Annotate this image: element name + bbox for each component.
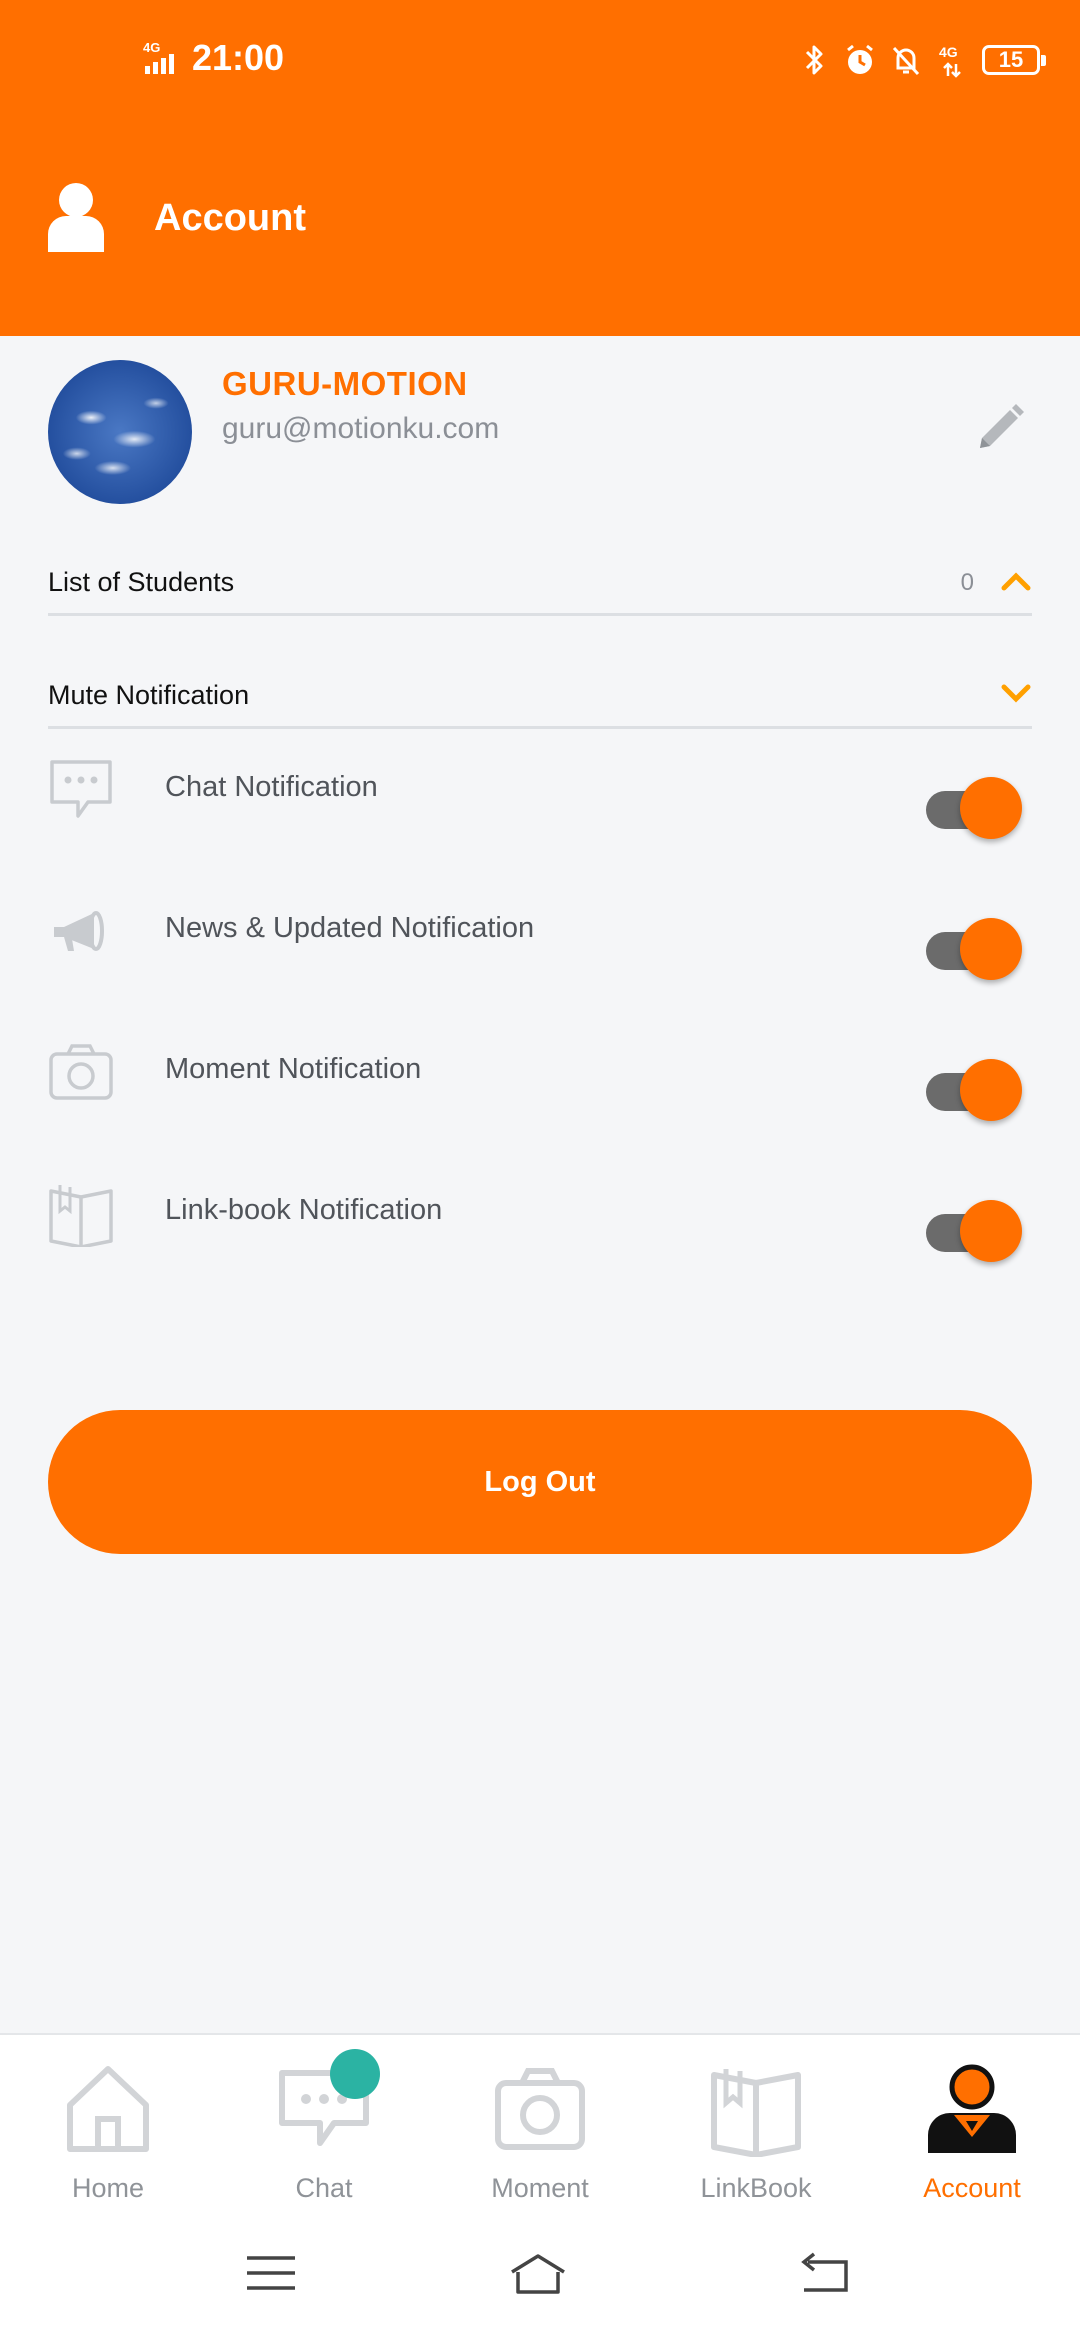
students-section-header[interactable]: List of Students 0 <box>48 564 1032 616</box>
moment-notification-row: Moment Notification <box>48 1040 1032 1140</box>
megaphone-icon <box>54 911 104 951</box>
toggle-thumb <box>960 918 1022 980</box>
nav-linkbook-label: LinkBook <box>700 2173 812 2203</box>
camera-icon <box>495 2068 585 2150</box>
nav-home[interactable]: Home <box>0 2053 216 2213</box>
svg-text:4G: 4G <box>143 40 160 55</box>
chat-notification-label: Chat Notification <box>165 771 378 803</box>
students-section-label: List of Students <box>48 567 235 597</box>
bottom-navigation: Home Chat Moment LinkBook Account <box>0 2033 1080 2218</box>
news-notification-toggle[interactable] <box>926 915 1022 981</box>
mute-section-header[interactable]: Mute Notification <box>48 677 1032 729</box>
alarm-icon <box>847 44 873 74</box>
account-icon <box>928 2064 1016 2153</box>
pencil-icon <box>980 404 1024 448</box>
chat-notification-row: Chat Notification <box>48 758 1032 858</box>
book-icon <box>49 1185 113 1247</box>
system-navigation-bar <box>0 2218 1080 2340</box>
camera-icon <box>49 1044 113 1100</box>
chevron-up-icon <box>1001 572 1031 591</box>
nav-account[interactable]: Account <box>864 2053 1080 2213</box>
mute-section-label: Mute Notification <box>48 680 250 710</box>
home-button-icon[interactable] <box>508 2248 568 2298</box>
nav-moment-label: Moment <box>491 2173 589 2203</box>
nav-linkbook[interactable]: LinkBook <box>648 2053 864 2213</box>
toggle-thumb <box>960 777 1022 839</box>
svg-text:4G: 4G <box>939 44 958 60</box>
moment-notification-toggle[interactable] <box>926 1056 1022 1122</box>
profile-email: guru@motionku.com <box>222 412 500 445</box>
home-icon <box>67 2066 149 2152</box>
profile-name: GURU-MOTION <box>222 365 468 402</box>
logout-button[interactable]: Log Out <box>48 1410 1032 1554</box>
nav-moment[interactable]: Moment <box>432 2053 648 2213</box>
nav-home-label: Home <box>71 2173 145 2203</box>
students-count: 0 <box>960 569 974 596</box>
4g-data-icon: 4G <box>939 44 961 78</box>
edit-profile-button[interactable] <box>972 400 1028 456</box>
toggle-thumb <box>960 1059 1022 1121</box>
moment-notification-label: Moment Notification <box>165 1053 422 1085</box>
toggle-thumb <box>960 1200 1022 1262</box>
status-time: 21:00 <box>192 37 285 78</box>
app-header: Account <box>0 120 1080 336</box>
chat-unread-badge <box>330 2049 380 2099</box>
status-icons: 4G 15 <box>798 38 1046 82</box>
nav-chat[interactable]: Chat <box>216 2053 432 2213</box>
signal-icon: 4G <box>143 40 174 74</box>
notifications-off-icon <box>892 46 920 76</box>
bluetooth-icon <box>805 45 823 75</box>
avatar[interactable] <box>48 360 192 504</box>
nav-account-label: Account <box>923 2173 1021 2203</box>
linkbook-notification-label: Link-book Notification <box>165 1194 443 1226</box>
nav-chat-label: Chat <box>295 2173 353 2203</box>
back-icon[interactable] <box>794 2248 854 2298</box>
book-icon <box>711 2069 801 2157</box>
linkbook-notification-row: Link-book Notification <box>48 1181 1032 1281</box>
chevron-down-icon <box>1001 684 1031 703</box>
status-bar: 4G 21:00 4G 15 <box>0 0 1080 120</box>
news-notification-row: News & Updated Notification <box>48 899 1032 999</box>
chat-notification-toggle[interactable] <box>926 774 1022 840</box>
page-title: Account <box>154 197 306 239</box>
menu-icon[interactable] <box>241 2248 301 2298</box>
news-notification-label: News & Updated Notification <box>165 912 535 944</box>
battery-indicator: 15 <box>982 45 1046 75</box>
person-icon <box>48 183 104 252</box>
linkbook-notification-toggle[interactable] <box>926 1197 1022 1263</box>
chat-bubble-icon <box>50 760 112 818</box>
